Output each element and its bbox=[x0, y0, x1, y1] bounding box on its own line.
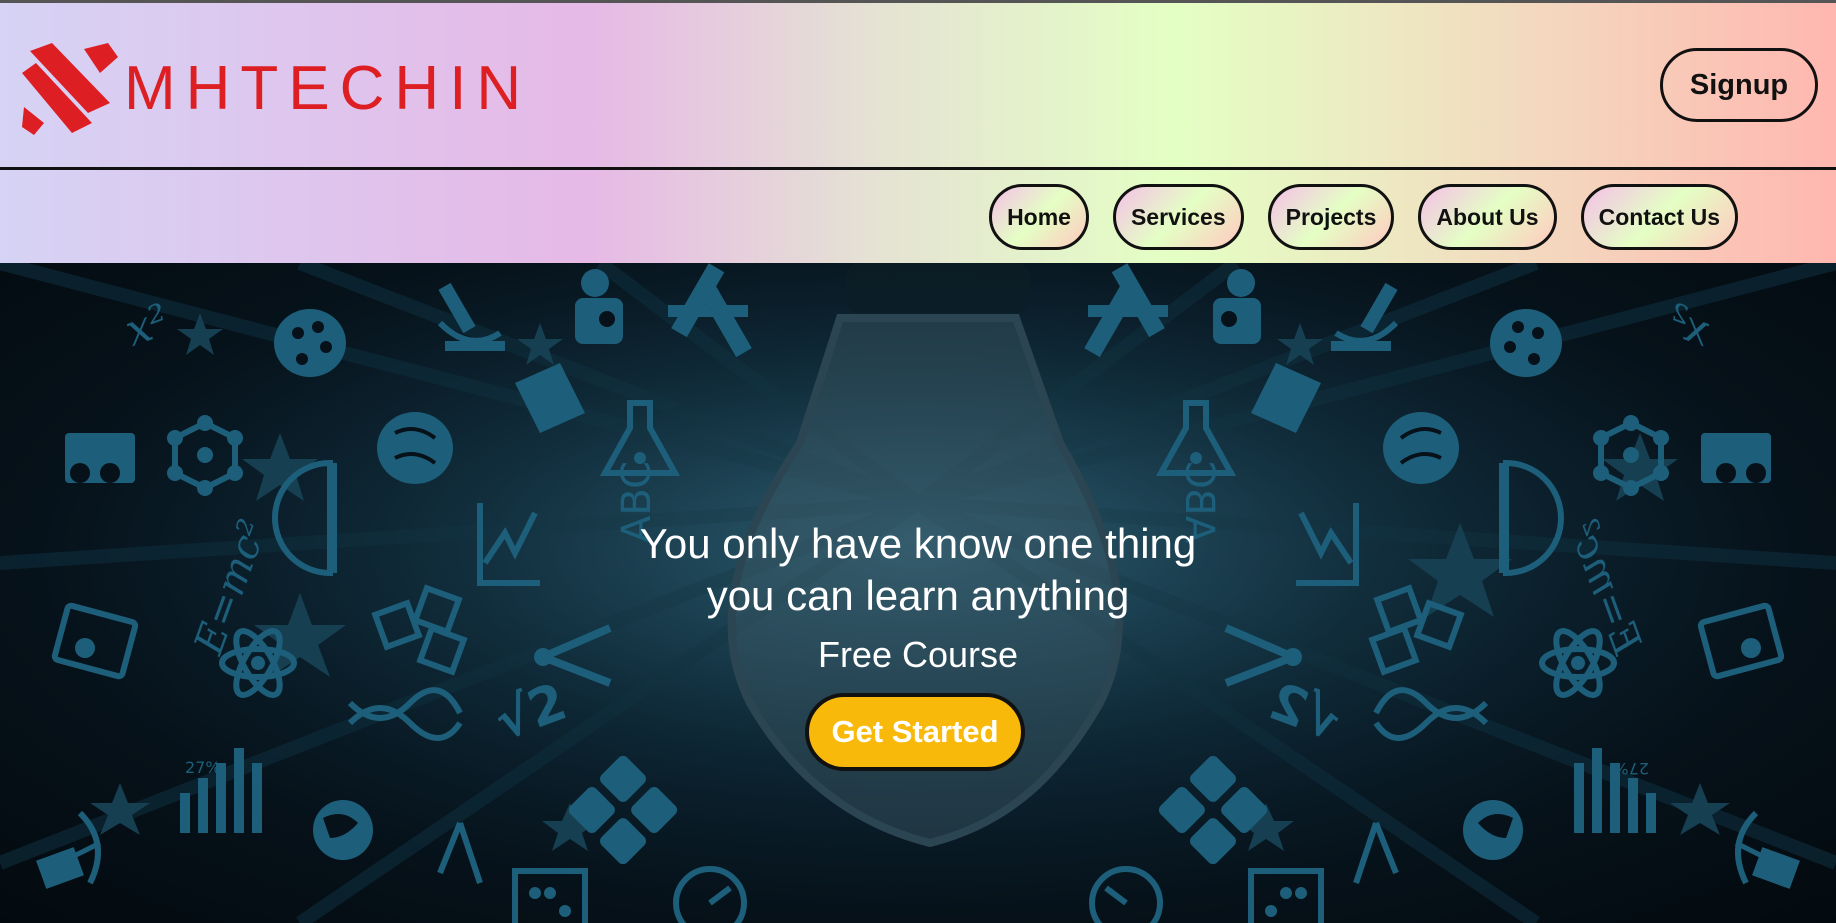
nav-menu: Home Services Projects About Us Contact … bbox=[989, 184, 1738, 250]
globe-icon bbox=[313, 800, 373, 860]
logo-mark-icon bbox=[22, 43, 118, 135]
hero-headline-line2: you can learn anything bbox=[706, 572, 1130, 619]
signup-button[interactable]: Signup bbox=[1660, 48, 1818, 122]
brain-icon bbox=[377, 412, 453, 484]
hero-section: x² ABC E=mc² √2 27% x² ABC E=mc² √2 27% … bbox=[0, 263, 1836, 923]
hero-headline-line1: You only have know one thing bbox=[639, 520, 1197, 567]
right-percent-label: 27% bbox=[1613, 759, 1649, 778]
palette-icon bbox=[274, 309, 346, 377]
get-started-button[interactable]: Get Started bbox=[805, 693, 1025, 771]
hero-subheadline: Free Course bbox=[817, 634, 1019, 675]
nav-contact-us[interactable]: Contact Us bbox=[1580, 184, 1738, 250]
left-percent-label: 27% bbox=[185, 758, 221, 777]
classroom-icon bbox=[65, 433, 135, 483]
brand-logo[interactable]: MHTECHIN bbox=[22, 43, 531, 135]
nav-projects[interactable]: Projects bbox=[1267, 184, 1395, 250]
nav-services[interactable]: Services bbox=[1112, 184, 1244, 250]
logo-text: MHTECHIN bbox=[124, 54, 532, 123]
nav-about-us[interactable]: About Us bbox=[1418, 184, 1557, 250]
nav-home[interactable]: Home bbox=[989, 184, 1089, 250]
main-navbar: Home Services Projects About Us Contact … bbox=[0, 170, 1836, 263]
site-header: MHTECHIN Signup bbox=[0, 3, 1836, 170]
